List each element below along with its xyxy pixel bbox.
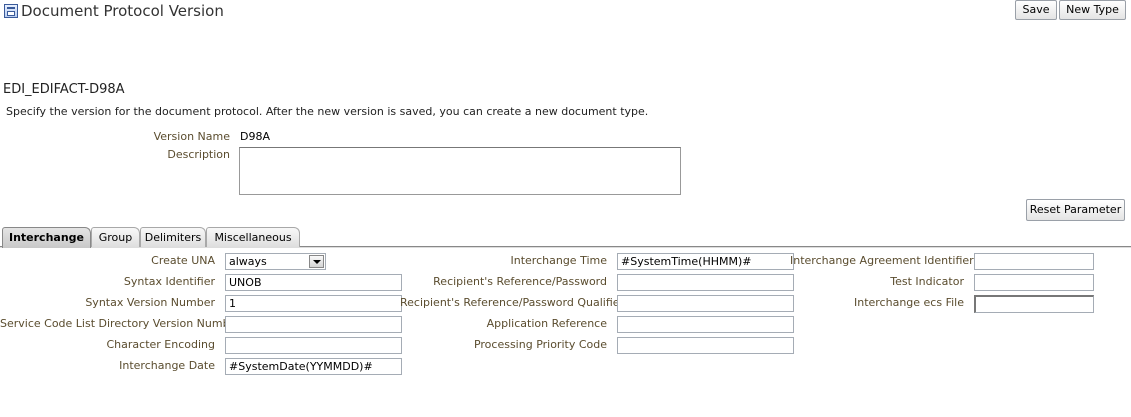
tab-miscellaneous[interactable]: Miscellaneous bbox=[206, 227, 300, 247]
reset-parameter-button[interactable]: Reset Parameter bbox=[1026, 199, 1125, 221]
recipient-reference-label: Recipient's Reference/Password bbox=[433, 275, 607, 288]
instructions-text: Specify the version for the document pro… bbox=[6, 105, 649, 118]
page-title: Document Protocol Version bbox=[21, 2, 224, 20]
service-code-list-label: Service Code List Directory Version Numb… bbox=[0, 317, 241, 330]
version-name-value: D98A bbox=[240, 130, 270, 143]
create-una-select[interactable]: always bbox=[225, 253, 326, 270]
protocol-name: EDI_EDIFACT-D98A bbox=[3, 82, 125, 97]
syntax-identifier-input[interactable]: UNOB bbox=[225, 274, 402, 291]
page-header: Document Protocol Version bbox=[4, 1, 224, 21]
character-encoding-label: Character Encoding bbox=[106, 338, 216, 351]
create-una-selected-value: always bbox=[229, 255, 267, 268]
syntax-identifier-label: Syntax Identifier bbox=[123, 275, 215, 288]
character-encoding-input[interactable] bbox=[225, 337, 402, 354]
recipient-reference-qualifier-label: Recipient's Reference/Password Qualifier bbox=[400, 296, 625, 309]
tab-delimiters[interactable]: Delimiters bbox=[140, 227, 206, 247]
processing-priority-code-input[interactable] bbox=[617, 337, 794, 354]
interchange-ecs-file-label: Interchange ecs File bbox=[853, 296, 964, 309]
interchange-time-input[interactable]: #SystemTime(HHMM)# bbox=[617, 253, 794, 270]
interchange-date-label: Interchange Date bbox=[119, 359, 215, 372]
recipient-reference-input[interactable] bbox=[617, 274, 794, 291]
interchange-date-input[interactable]: #SystemDate(YYMMDD)# bbox=[225, 358, 402, 375]
syntax-version-number-label: Syntax Version Number bbox=[85, 296, 215, 309]
syntax-version-number-input[interactable]: 1 bbox=[225, 295, 402, 312]
document-protocol-icon bbox=[4, 4, 18, 18]
version-name-label: Version Name bbox=[153, 130, 230, 143]
description-textarea[interactable] bbox=[239, 147, 681, 195]
processing-priority-code-label: Processing Priority Code bbox=[473, 338, 607, 351]
new-type-button[interactable]: New Type bbox=[1059, 0, 1126, 20]
interchange-agreement-identifier-input[interactable] bbox=[974, 253, 1094, 270]
interchange-time-label: Interchange Time bbox=[510, 254, 607, 267]
test-indicator-label: Test Indicator bbox=[890, 275, 964, 288]
description-label: Description bbox=[167, 148, 230, 161]
application-reference-input[interactable] bbox=[617, 316, 794, 333]
application-reference-label: Application Reference bbox=[486, 317, 607, 330]
interchange-agreement-identifier-label: Interchange Agreement Identifier bbox=[790, 254, 974, 267]
interchange-ecs-file-input[interactable] bbox=[974, 295, 1094, 313]
service-code-list-input[interactable] bbox=[225, 316, 402, 333]
tab-interchange[interactable]: Interchange bbox=[2, 227, 91, 248]
test-indicator-input[interactable] bbox=[974, 274, 1094, 291]
create-una-label: Create UNA bbox=[151, 254, 215, 267]
tab-bar-divider-shadow bbox=[0, 247, 1131, 248]
chevron-down-icon[interactable] bbox=[309, 255, 324, 268]
recipient-reference-qualifier-input[interactable] bbox=[617, 295, 794, 312]
tab-group[interactable]: Group bbox=[91, 227, 140, 247]
save-button[interactable]: Save bbox=[1015, 0, 1057, 20]
